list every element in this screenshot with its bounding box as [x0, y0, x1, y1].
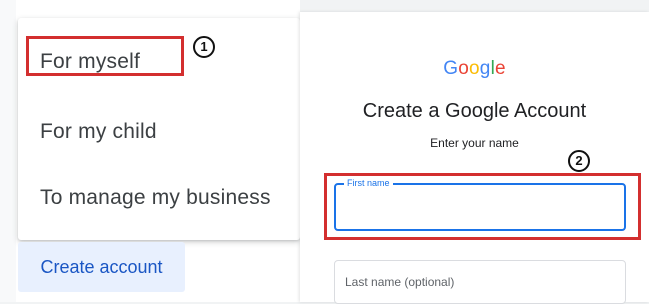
- signup-form-panel: Google Create a Google Account Enter you…: [300, 12, 649, 304]
- google-logo-letter: e: [494, 58, 506, 79]
- first-name-label: First name: [344, 177, 393, 189]
- google-logo-letter: G: [443, 58, 459, 79]
- menu-item-for-my-child[interactable]: For my child: [40, 120, 157, 144]
- left-edge-strip: [0, 0, 16, 302]
- step-marker-1: 1: [193, 36, 215, 58]
- last-name-field[interactable]: Last name (optional): [334, 260, 626, 304]
- last-name-placeholder: Last name (optional): [345, 275, 455, 289]
- google-logo-letter: o: [469, 58, 480, 79]
- step-marker-2: 2: [568, 150, 590, 172]
- first-name-field[interactable]: First name: [334, 177, 626, 231]
- page-title: Create a Google Account: [362, 100, 587, 122]
- menu-item-manage-business[interactable]: To manage my business: [40, 186, 271, 210]
- google-logo: Google: [300, 58, 649, 80]
- page-subtitle: Enter your name: [430, 136, 519, 150]
- highlight-box-step-1: [26, 36, 184, 76]
- google-logo-letter: g: [479, 58, 491, 79]
- create-account-button[interactable]: Create account: [18, 242, 185, 292]
- google-logo-letter: o: [458, 58, 469, 79]
